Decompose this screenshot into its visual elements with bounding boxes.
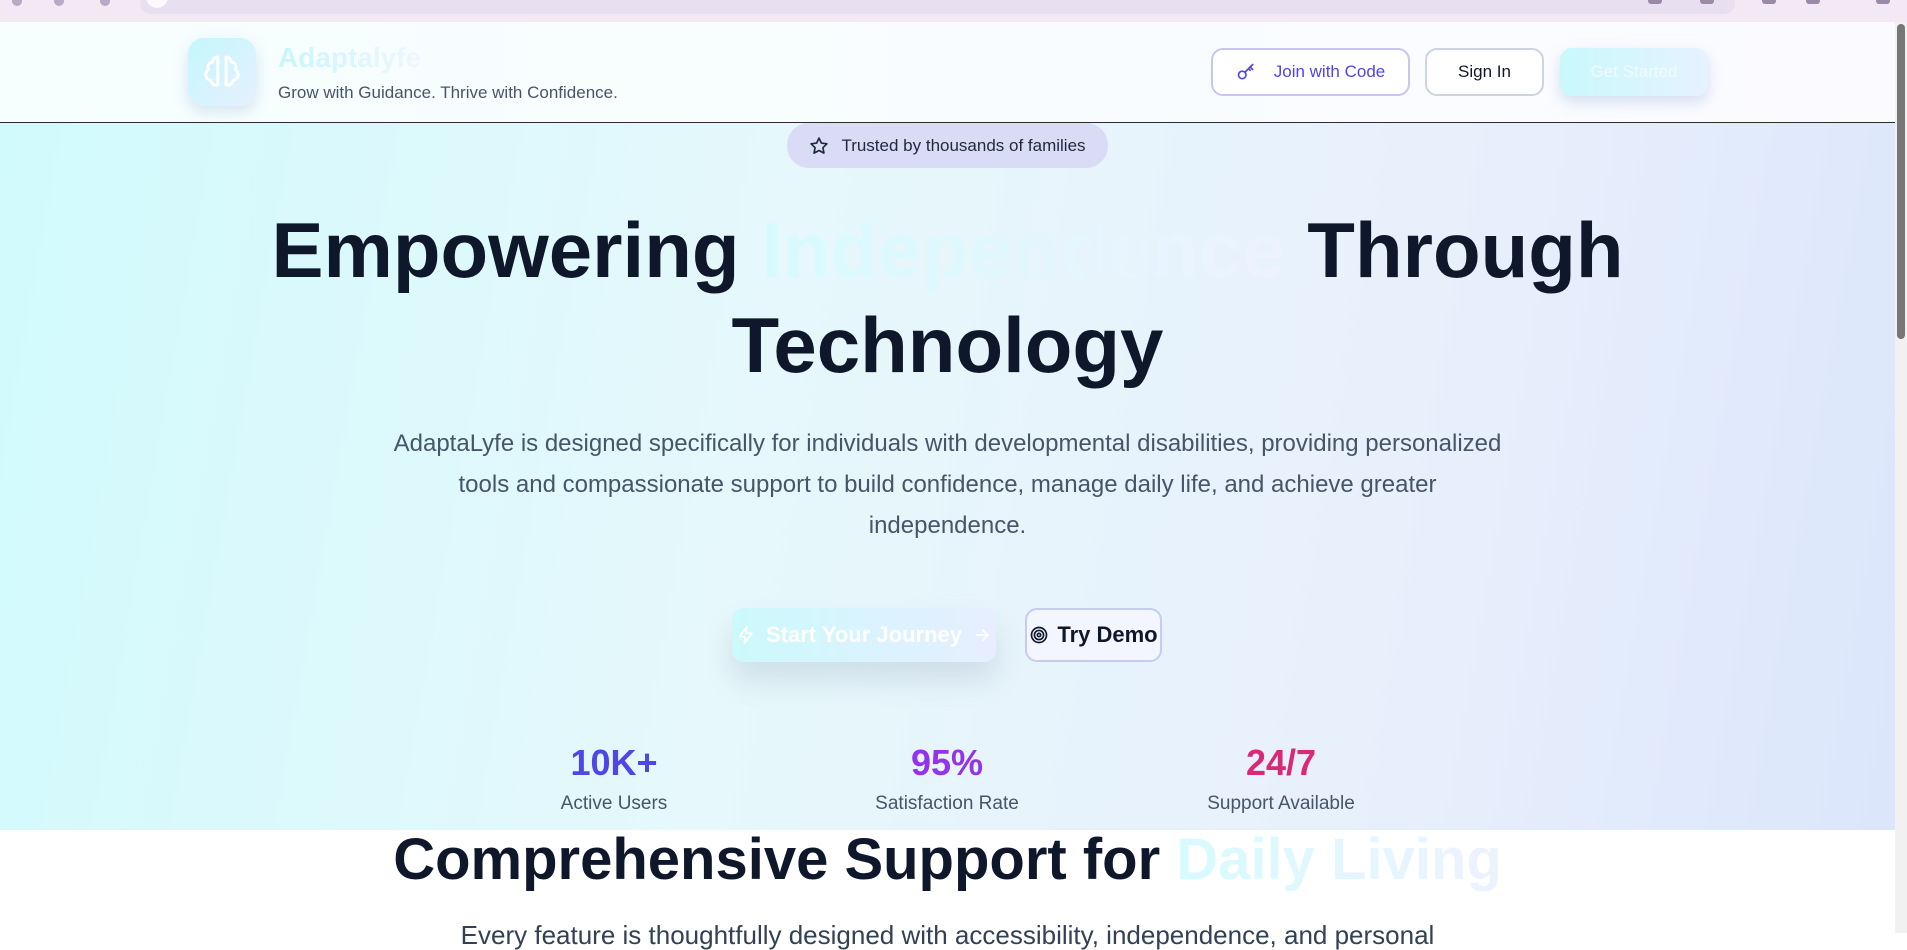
- hero-section: Trusted by thousands of families Empower…: [0, 123, 1895, 830]
- tab-search-icon[interactable]: [1762, 0, 1776, 4]
- star-icon: [810, 136, 829, 154]
- stat-label: Active Users: [560, 793, 668, 814]
- hero-title-part1: Empowering: [271, 206, 740, 294]
- start-journey-label: Start Your Journey: [765, 622, 962, 647]
- stat-value: 10K+: [570, 742, 658, 783]
- extension-icon[interactable]: [1700, 0, 1714, 4]
- brand-tagline: Grow with Guidance. Thrive with Confiden…: [278, 83, 618, 102]
- forward-icon[interactable]: [54, 0, 64, 6]
- start-journey-button[interactable]: Start Your Journey: [732, 608, 996, 662]
- logo[interactable]: [188, 38, 256, 106]
- try-demo-label: Try Demo: [1057, 622, 1158, 647]
- target-icon: [1031, 626, 1048, 644]
- trust-badge-text: Trusted by thousands of families: [841, 135, 1086, 155]
- sign-in-button[interactable]: Sign In: [1425, 48, 1544, 96]
- trust-badge: Trusted by thousands of families: [787, 123, 1108, 168]
- try-demo-button[interactable]: Try Demo: [1025, 608, 1162, 662]
- brand-name[interactable]: Adaptalyfe: [278, 42, 421, 74]
- arrow-right-icon: [975, 629, 989, 641]
- get-started-button[interactable]: Get Started: [1560, 48, 1708, 96]
- back-icon[interactable]: [12, 0, 22, 6]
- key-icon: [1237, 63, 1254, 80]
- features-title-part1: Comprehensive Support for: [393, 827, 1161, 892]
- reload-icon[interactable]: [100, 0, 110, 6]
- join-with-code-label: Join with Code: [1273, 62, 1386, 81]
- hero-description: AdaptaLyfe is designed specifically for …: [393, 430, 1502, 539]
- stat-value: 24/7: [1245, 742, 1317, 783]
- stat-value: 95%: [910, 742, 984, 783]
- features-title: Comprehensive Support for Daily Living: [0, 826, 1895, 894]
- features-title-highlight: Daily Living: [1176, 827, 1502, 892]
- hero-title: Empowering Independence Through: [0, 203, 1895, 297]
- menu-icon[interactable]: [1876, 0, 1890, 4]
- zoom-icon[interactable]: [1648, 0, 1662, 4]
- address-bar[interactable]: [140, 0, 1735, 14]
- get-started-label: Get Started: [1590, 62, 1678, 81]
- stat-label: Satisfaction Rate: [875, 793, 1019, 814]
- zap-icon: [738, 625, 753, 645]
- hero-title-highlight: Independence: [761, 206, 1286, 294]
- features-subtitle: Every feature is thoughtfully designed w…: [460, 920, 1435, 950]
- hero-title-part2: Through: [1307, 206, 1624, 294]
- window-icon[interactable]: [1806, 0, 1820, 4]
- stat-satisfaction: 95% Satisfaction Rate: [827, 743, 1067, 815]
- browser-chrome: [0, 0, 1907, 23]
- scrollbar-thumb[interactable]: [1897, 24, 1905, 339]
- stat-support: 24/7 Support Available: [1161, 743, 1401, 815]
- stat-label: Support Available: [1207, 793, 1355, 814]
- stat-active-users: 10K+ Active Users: [494, 743, 734, 815]
- hero-title-line2: Technology: [731, 301, 1164, 389]
- site-header: Adaptalyfe Grow with Guidance. Thrive wi…: [0, 22, 1895, 123]
- join-with-code-button[interactable]: Join with Code: [1211, 48, 1410, 96]
- brain-icon: [204, 55, 240, 87]
- sign-in-label: Sign In: [1458, 62, 1511, 81]
